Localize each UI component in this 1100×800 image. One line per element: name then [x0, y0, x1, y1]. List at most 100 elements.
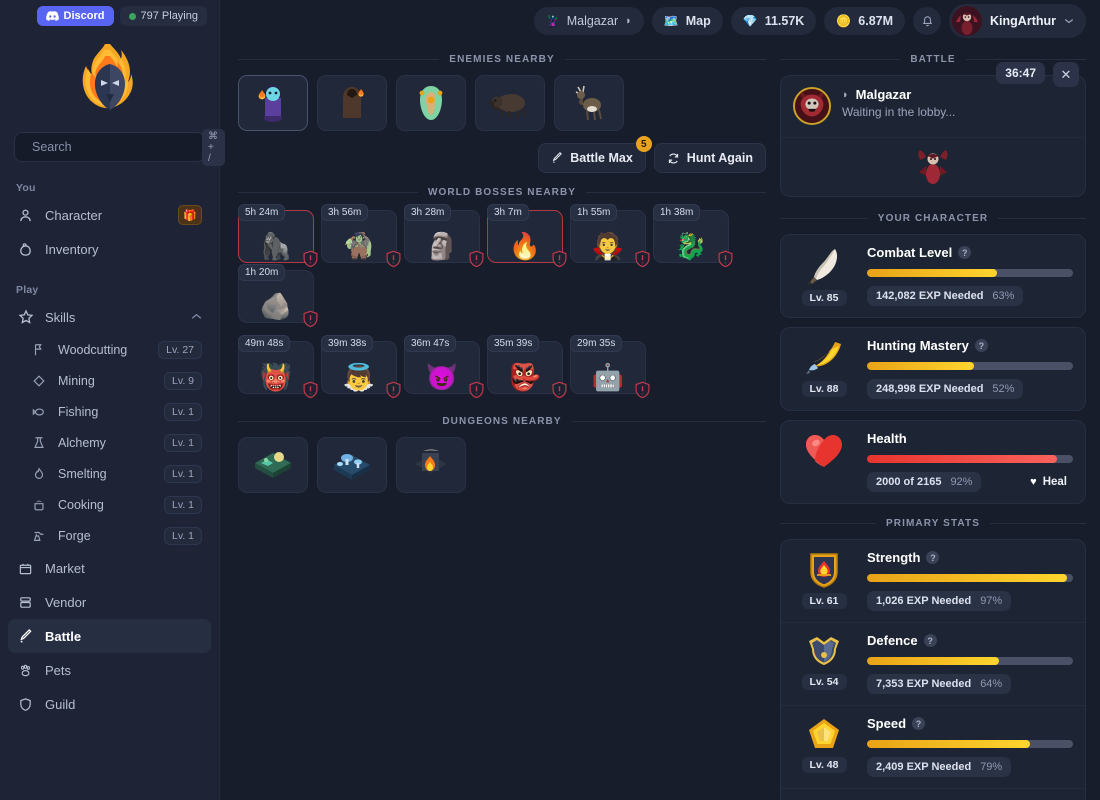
health-progress-bar [867, 455, 1073, 463]
hunt-again-button[interactable]: Hunt Again [653, 143, 766, 173]
enemy-card-green-medusa[interactable] [396, 75, 466, 131]
location-sprite-icon: 🦹 [546, 15, 560, 28]
sidebar-item-inventory[interactable]: Inventory [8, 232, 211, 266]
sidebar-item-fishing[interactable]: Fishing Lv. 1 [8, 396, 211, 427]
battle-timer: 36:47 [996, 62, 1045, 84]
hunt-again-label: Hunt Again [686, 151, 753, 165]
help-icon[interactable]: ? [958, 246, 972, 259]
gift-icon[interactable]: 🎁 [178, 205, 202, 225]
boss-timer: 3h 28m [404, 204, 452, 221]
sidebar-item-cooking[interactable]: Cooking Lv. 1 [8, 489, 211, 520]
search-box[interactable]: ⌘ + / [14, 128, 225, 166]
store-icon [17, 560, 34, 577]
stat-name: Speed [867, 716, 907, 731]
user-menu[interactable]: KingArthur [949, 4, 1086, 38]
boss-card[interactable]: 36m 47s 😈 [404, 335, 484, 399]
stat-footer: 1,026 EXP Needed 97% [867, 591, 1073, 611]
enemy-card-boar[interactable] [475, 75, 545, 131]
sidebar-item-character[interactable]: Character 🎁 [8, 198, 211, 232]
boss-card[interactable]: 3h 7m 🔥 [487, 204, 567, 268]
sidebar-item-market[interactable]: Market [8, 551, 211, 585]
sidebar-item-forge[interactable]: Forge Lv. 1 [8, 520, 211, 551]
boss-alert-shield-icon [551, 250, 568, 269]
sidebar-item-pets[interactable]: Pets [8, 653, 211, 687]
health-value: 2000 of 2165 [876, 476, 942, 488]
stat-progress-bar [867, 362, 1073, 370]
help-icon[interactable]: ? [926, 551, 940, 564]
sidebar-item-woodcutting[interactable]: Woodcutting Lv. 27 [8, 334, 211, 365]
sidebar-item-vendor[interactable]: Vendor [8, 585, 211, 619]
boss-card[interactable]: 49m 48s 👹 [238, 335, 318, 399]
dungeons-section-header: DUNGEONS NEARBY [238, 416, 767, 427]
health-progress-fill [867, 455, 1057, 463]
boss-sprite-icon: 🧌 [342, 231, 376, 261]
stat-card-defence: Lv. 54 Defence ? 7,353 EXP Needed 64% [781, 623, 1085, 706]
stat-content: Strength ? 1,026 EXP Needed 97% [867, 550, 1073, 611]
golden-horn-icon [806, 342, 841, 374]
stat-content: Combat Level ? 142,082 EXP Needed 63% [867, 245, 1073, 306]
help-icon[interactable]: ? [974, 339, 988, 352]
close-icon[interactable]: ✕ [1053, 62, 1079, 87]
stat-name: Strength [867, 550, 921, 565]
boss-card[interactable]: 29m 35s 🤖 [570, 335, 650, 399]
enemy-card-deer[interactable] [554, 75, 624, 131]
boss-card[interactable]: 5h 24m 🦍 [238, 204, 318, 268]
stat-exp-needed: 7,353 EXP Needed [876, 678, 972, 690]
stat-card-speed: Lv. 48 Speed ? 2,409 EXP Needed 79% [781, 706, 1085, 789]
logo-container[interactable] [0, 26, 219, 132]
dungeon-card-forest[interactable] [238, 437, 308, 493]
heal-button[interactable]: ♥ Heal [1024, 473, 1073, 491]
battle-opponent-avatar [793, 87, 831, 125]
sidebar-item-battle[interactable]: Battle [8, 619, 211, 653]
boss-timer: 3h 7m [487, 204, 529, 221]
boss-card[interactable]: 35m 39s 👺 [487, 335, 567, 399]
sidebar-item-guild[interactable]: Guild [8, 687, 211, 721]
boss-sprite-icon: 👼 [342, 362, 376, 392]
stat-exp-pill: 1,026 EXP Needed 97% [867, 591, 1012, 611]
enemy-card-blue-lich[interactable] [238, 75, 308, 131]
stat-title-row: Health [867, 431, 1073, 446]
boss-card[interactable]: 39m 38s 👼 [321, 335, 401, 399]
enemy-card-hooded-cultist[interactable] [317, 75, 387, 131]
battle-opponent-name: Malgazar [855, 87, 912, 102]
stat-content: Hunting Mastery ? 248,998 EXP Needed 52% [867, 338, 1073, 399]
sidebar-item-mining[interactable]: Mining Lv. 9 [8, 365, 211, 396]
boss-card[interactable]: 3h 28m 🗿 [404, 204, 484, 268]
stat-progress-fill [867, 362, 975, 370]
boss-alert-shield-icon [551, 381, 568, 400]
paw-icon [17, 662, 34, 679]
dungeons-list [238, 437, 766, 493]
help-icon[interactable]: ? [912, 717, 926, 730]
skill-level-badge: Lv. 27 [158, 340, 202, 359]
heal-label: Heal [1042, 476, 1067, 488]
sidebar-item-label: Cooking [58, 497, 104, 512]
boss-card[interactable]: 1h 55m 🧛 [570, 204, 650, 268]
notifications-button[interactable] [913, 7, 942, 35]
search-input[interactable] [32, 140, 193, 154]
gold-pill[interactable]: 🪙 6.87M [824, 7, 906, 35]
boss-timer: 3h 56m [321, 204, 369, 221]
map-button[interactable]: 🗺️ Map [651, 7, 723, 35]
battle-max-button[interactable]: Battle Max 5 [538, 136, 652, 173]
sidebar-item-alchemy[interactable]: Alchemy Lv. 1 [8, 427, 211, 458]
help-icon[interactable]: ? [923, 634, 937, 647]
boss-card[interactable]: 1h 38m 🐉 [653, 204, 733, 268]
dungeon-card-mushroom[interactable] [317, 437, 387, 493]
location-pill[interactable]: 🦹 Malgazar ◗ [534, 7, 644, 35]
boss-card[interactable]: 3h 56m 🧌 [321, 204, 401, 268]
defence-crest-icon [809, 637, 839, 665]
sidebar-item-label: Fishing [58, 404, 99, 419]
boss-timer: 1h 55m [570, 204, 618, 221]
coin-icon: 🪙 [836, 14, 852, 28]
boss-card[interactable]: 1h 20m 🪨 [238, 264, 318, 328]
stat-progress-fill [867, 269, 997, 277]
discord-button[interactable]: Discord [36, 6, 114, 26]
chevron-up-icon[interactable] [191, 312, 202, 323]
gems-pill[interactable]: 💎 11.57K [730, 7, 817, 35]
sidebar-item-skills[interactable]: Skills [8, 300, 211, 334]
bosses-section-title: WORLD BOSSES NEARBY [427, 187, 577, 198]
sidebar-item-smelting[interactable]: Smelting Lv. 1 [8, 458, 211, 489]
chevron-down-icon[interactable] [1064, 18, 1074, 24]
dungeon-card-lava-cave[interactable] [396, 437, 466, 493]
sidebar-item-label: Guild [45, 696, 76, 712]
